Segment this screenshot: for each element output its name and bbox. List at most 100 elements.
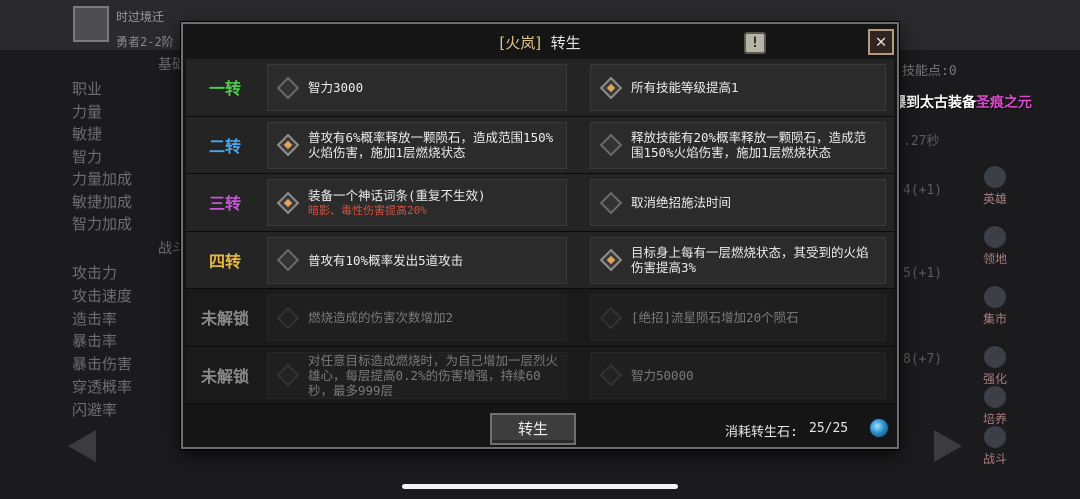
stat-label: 敏捷加成	[72, 192, 133, 211]
talent-option-text: 普攻有10%概率发出5道攻击	[308, 252, 464, 268]
talent-option-subtext: 暗影、毒性伤害提高20%	[308, 203, 427, 217]
home-indicator	[402, 484, 678, 489]
rebirth-tier-row: 三转 装备一个神话词条(重复不生效) 暗影、毒性伤害提高20% 取消绝招施法时间	[186, 174, 894, 232]
broadcast-highlight: 圣痕之元	[976, 95, 1032, 111]
talent-option-right[interactable]: 取消绝招施法时间	[590, 179, 886, 226]
talent-option-text-wrap: [绝招]流星陨石增加20个陨石	[631, 310, 885, 325]
talent-option-text: 释放技能有20%概率释放一颗陨石，造成范围150%火焰伤害，施加1层燃烧状态	[631, 130, 867, 160]
talent-option-left[interactable]: 智力3000	[267, 64, 567, 111]
talent-option-text-wrap: 装备一个神话词条(重复不生效) 暗影、毒性伤害提高20%	[308, 188, 566, 218]
stat-label: 敏捷	[72, 125, 103, 143]
talent-option-text-wrap: 燃烧造成的伤害次数增加2	[308, 310, 566, 325]
diamond-icon	[276, 306, 300, 329]
diamond-icon	[276, 248, 300, 272]
talent-option-text: 对任意目标造成燃烧时，为自己增加一层烈火雄心，每层提高0.2%的伤害增强，持续6…	[308, 352, 559, 398]
talent-option-right[interactable]: 目标身上每有一层燃烧状态，其受到的火焰伤害提高3%	[590, 236, 886, 284]
talent-option-text: 装备一个神话词条(重复不生效)	[308, 187, 486, 203]
diamond-icon	[276, 76, 300, 99]
modal-footer: 转生 消耗转生石: 25/25	[183, 409, 897, 449]
talent-option-right[interactable]: 所有技能等级提高1	[590, 64, 886, 111]
rebirth-button[interactable]: 转生	[490, 413, 576, 445]
stat-label: 力量	[72, 102, 103, 121]
tier-label: 二转	[208, 136, 241, 156]
rebirth-tier-row: 二转 普攻有6%概率释放一颗陨石，造成范围150%火焰伤害，施加1层燃烧状态 释放技…	[186, 116, 894, 174]
stat-label: 攻击速度	[72, 286, 133, 305]
stat-value: 8(+7)	[903, 352, 943, 367]
cost-value: 25/25	[809, 421, 849, 436]
nav-hero[interactable]: 英雄	[972, 160, 1018, 212]
selected-diamond-icon	[276, 133, 300, 157]
talent-option-text: 燃烧造成的伤害次数增加2	[308, 310, 454, 325]
talent-option-left[interactable]: 普攻有6%概率释放一颗陨石，造成范围150%火焰伤害，施加1层燃烧状态	[267, 121, 567, 169]
talent-option-left: 燃烧造成的伤害次数增加2	[267, 294, 567, 341]
talent-option-text: 取消绝招施法时间	[631, 195, 732, 210]
stat-label: 智力	[72, 147, 103, 166]
nav-territory[interactable]: 领地	[972, 220, 1018, 272]
selected-diamond-icon	[276, 191, 300, 214]
stat-value: 4(+1)	[903, 183, 943, 198]
talent-option-text-wrap: 对任意目标造成燃烧时，为自己增加一层烈火雄心，每层提高0.2%的伤害增强，持续6…	[308, 353, 566, 398]
talent-option-text-wrap: 目标身上每有一层燃烧状态，其受到的火焰伤害提高3%	[631, 245, 885, 275]
diamond-icon	[599, 191, 623, 214]
talent-option-text-wrap: 智力50000	[631, 368, 885, 383]
skill-points-label: 技能点:0	[902, 64, 957, 79]
right-nav: 英雄 领地 集市 强化	[972, 160, 1018, 400]
talent-option-right: 智力50000	[590, 351, 886, 399]
tier-label: 四转	[208, 251, 241, 271]
diamond-icon	[599, 363, 623, 387]
rebirth-tier-row: 四转 普攻有10%概率发出5道攻击 目标身上每有一层燃烧状态，其受到的火焰伤害提高3…	[186, 231, 894, 289]
diamond-icon	[276, 363, 300, 387]
stat-label: 攻击力	[72, 264, 118, 282]
rebirth-modal: [火岚] 转生 ! ✕ 一转 智力3000 所有技能等级提高1 二转 普攻有6%概率释放…	[181, 22, 899, 449]
tier-label: 未解锁	[200, 309, 249, 329]
tier-label: 未解锁	[200, 366, 249, 386]
stat-label: 职业	[72, 80, 103, 98]
stat-label: 造击率	[72, 309, 118, 328]
talent-option-text: 智力3000	[308, 80, 364, 95]
talent-option-left: 对任意目标造成燃烧时，为自己增加一层烈火雄心，每层提高0.2%的伤害增强，持续6…	[267, 351, 567, 399]
stat-label: 暴击伤害	[72, 355, 133, 374]
prev-arrow-icon[interactable]	[68, 430, 96, 462]
stat-label: 闪避率	[72, 400, 118, 419]
selected-diamond-icon	[599, 76, 623, 99]
talent-option-text-wrap: 普攻有6%概率释放一颗陨石，造成范围150%火焰伤害，施加1层燃烧状态	[308, 130, 566, 160]
talent-option-text-wrap: 释放技能有20%概率释放一颗陨石，造成范围150%火焰伤害，施加1层燃烧状态	[631, 130, 885, 160]
player-rank: 勇者2-2阶	[116, 35, 174, 49]
talent-option-text: 普攻有6%概率释放一颗陨石，造成范围150%火焰伤害，施加1层燃烧状态	[308, 130, 554, 160]
talent-option-text-wrap: 普攻有10%概率发出5道攻击	[308, 253, 566, 268]
close-icon[interactable]: ✕	[868, 29, 894, 55]
talent-option-text-wrap: 取消绝招施法时间	[631, 195, 885, 210]
tier-label: 一转	[208, 79, 241, 99]
next-arrow-icon[interactable]	[934, 430, 962, 462]
talent-option-text: 智力50000	[631, 367, 694, 383]
player-name: 时过境迁	[116, 10, 165, 24]
talent-option-right: [绝招]流星陨石增加20个陨石	[590, 294, 886, 341]
talent-option-text-wrap: 所有技能等级提高1	[631, 80, 885, 95]
battle-stats-list: 攻击力 攻击速度 造击率 暴击率 暴击伤害 穿透概率 闪避率	[72, 262, 132, 422]
class-tag: [火岚]	[499, 34, 542, 52]
selected-diamond-icon	[599, 248, 623, 272]
modal-title-text: 转生	[550, 34, 581, 52]
talent-option-text: 所有技能等级提高1	[631, 80, 739, 95]
rebirth-stone-icon	[869, 418, 889, 438]
player-avatar[interactable]	[73, 6, 109, 42]
nav-market[interactable]: 集市	[972, 280, 1018, 332]
rebirth-tier-list: 一转 智力3000 所有技能等级提高1 二转 普攻有6%概率释放一颗陨石，造成范围150…	[186, 59, 894, 404]
tier-label: 三转	[208, 194, 241, 214]
stat-value: .27秒	[903, 134, 940, 149]
rebirth-tier-row: 未解锁 燃烧造成的伤害次数增加2 [绝招]流星陨石增加20个陨石	[186, 289, 894, 347]
basic-stats-list: 职业 力量 敏捷 智力 力量加成 敏捷加成 智力加成	[72, 78, 132, 236]
stat-label: 暴击率	[72, 332, 118, 351]
cost-label: 消耗转生石:	[725, 425, 798, 440]
talent-option-left[interactable]: 装备一个神话词条(重复不生效) 暗影、毒性伤害提高20%	[267, 179, 567, 226]
info-icon[interactable]: !	[744, 32, 766, 54]
stat-label: 力量加成	[72, 170, 133, 188]
nav-battle[interactable]: 战斗	[972, 420, 1018, 470]
talent-option-left[interactable]: 普攻有10%概率发出5道攻击	[267, 236, 567, 284]
diamond-icon	[599, 306, 623, 329]
talent-option-text-wrap: 智力3000	[308, 80, 566, 95]
talent-option-right[interactable]: 释放技能有20%概率释放一颗陨石，造成范围150%火焰伤害，施加1层燃烧状态	[590, 121, 886, 169]
talent-option-text: [绝招]流星陨石增加20个陨石	[631, 310, 799, 325]
talent-option-text: 目标身上每有一层燃烧状态，其受到的火焰伤害提高3%	[631, 245, 869, 275]
rebirth-tier-row: 一转 智力3000 所有技能等级提高1	[186, 59, 894, 117]
